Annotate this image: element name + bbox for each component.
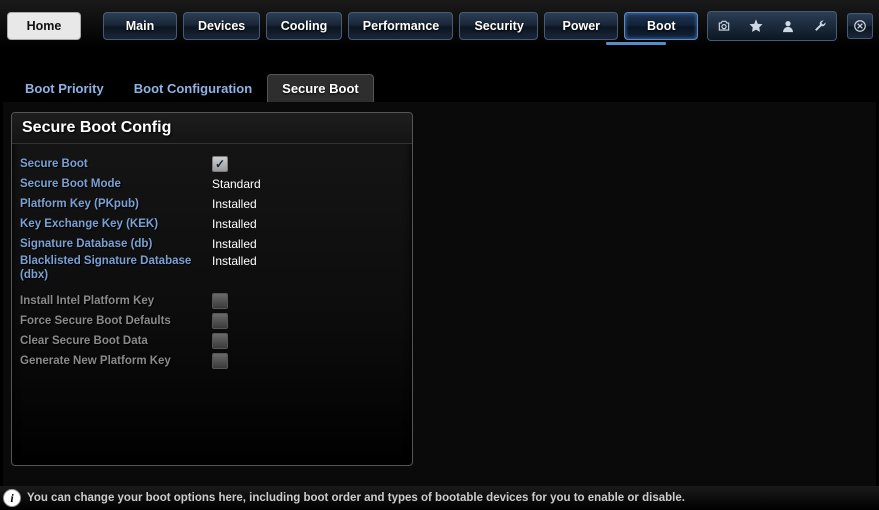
toolbar-icon-group — [707, 11, 837, 41]
row-pkpub-label[interactable]: Platform Key (PKpub) — [20, 198, 212, 210]
row-secure-boot-mode-label[interactable]: Secure Boot Mode — [20, 178, 212, 190]
panel-area: Secure Boot Config Secure Boot ✓ Secure … — [3, 102, 876, 492]
row-pkpub-value: Installed — [212, 197, 257, 211]
panel-title: Secure Boot Config — [12, 113, 412, 144]
row-clear-data-label[interactable]: Clear Secure Boot Data — [20, 335, 212, 347]
nav-performance[interactable]: Performance — [348, 12, 454, 40]
footer-text: You can change your boot options here, i… — [27, 492, 685, 504]
row-install-pk-label[interactable]: Install Intel Platform Key — [20, 295, 212, 307]
subtab-secure-boot[interactable]: Secure Boot — [267, 74, 374, 102]
info-icon: i — [3, 489, 21, 507]
nav-security[interactable]: Security — [459, 12, 538, 40]
camera-icon[interactable] — [712, 14, 736, 38]
subtab-boot-configuration[interactable]: Boot Configuration — [119, 74, 267, 102]
nav-home[interactable]: Home — [7, 12, 81, 40]
subtab-bar: Boot Priority Boot Configuration Secure … — [10, 74, 879, 102]
secure-boot-config-panel: Secure Boot Config Secure Boot ✓ Secure … — [11, 112, 413, 466]
row-gen-pk-label[interactable]: Generate New Platform Key — [20, 355, 212, 367]
row-clear-data-checkbox[interactable] — [212, 333, 228, 349]
row-install-pk-checkbox[interactable] — [212, 293, 228, 309]
row-db-label[interactable]: Signature Database (db) — [20, 238, 212, 250]
row-kek-label[interactable]: Key Exchange Key (KEK) — [20, 218, 212, 230]
row-dbx-value: Installed — [212, 254, 257, 268]
nav-boot[interactable]: Boot — [624, 12, 698, 40]
row-force-defaults-checkbox[interactable] — [212, 313, 228, 329]
nav-main[interactable]: Main — [103, 12, 177, 40]
close-circle-icon[interactable] — [847, 13, 873, 39]
row-secure-boot-label[interactable]: Secure Boot — [20, 158, 212, 170]
row-gen-pk-checkbox[interactable] — [212, 353, 228, 369]
nav-active-underline — [606, 42, 666, 45]
row-db-value: Installed — [212, 237, 257, 251]
footer-bar: i You can change your boot options here,… — [0, 486, 879, 510]
wrench-icon[interactable] — [808, 14, 832, 38]
row-dbx-label[interactable]: Blacklisted Signature Database (dbx) — [20, 254, 212, 283]
nav-devices[interactable]: Devices — [183, 12, 260, 40]
user-icon[interactable] — [776, 14, 800, 38]
row-secure-boot-mode-value: Standard — [212, 177, 261, 191]
subtab-boot-priority[interactable]: Boot Priority — [10, 74, 119, 102]
row-force-defaults-label[interactable]: Force Secure Boot Defaults — [20, 315, 212, 327]
nav-cooling[interactable]: Cooling — [266, 12, 342, 40]
row-kek-value: Installed — [212, 217, 257, 231]
top-nav: Home Main Devices Cooling Performance Se… — [0, 0, 879, 48]
nav-power[interactable]: Power — [544, 12, 618, 40]
star-icon[interactable] — [744, 14, 768, 38]
row-secure-boot-checkbox[interactable]: ✓ — [212, 156, 228, 172]
